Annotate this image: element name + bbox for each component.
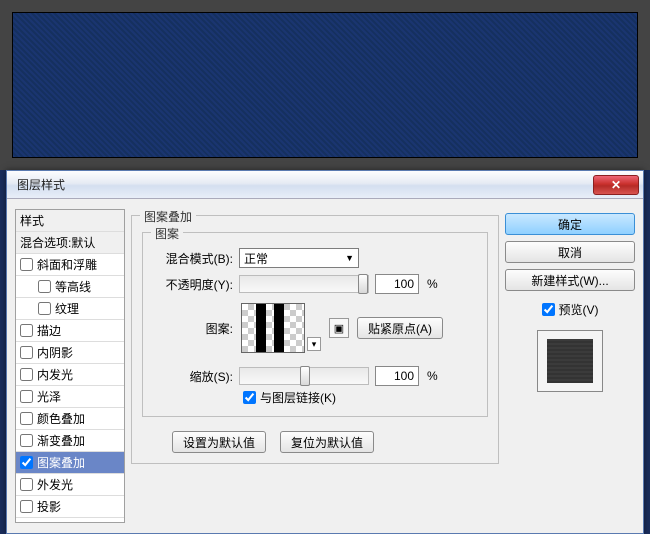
- blend-options-label: 混合选项:默认: [20, 234, 95, 251]
- style-row-outer-glow[interactable]: 外发光: [16, 474, 124, 496]
- opacity-input[interactable]: [375, 274, 419, 294]
- ok-button[interactable]: 确定: [505, 213, 635, 235]
- style-row-label: 光泽: [37, 388, 61, 405]
- style-row-label: 等高线: [55, 278, 91, 295]
- style-stroke-checkbox[interactable]: [20, 324, 33, 337]
- pattern-label: 图案:: [153, 320, 233, 337]
- new-style-button[interactable]: 新建样式(W)...: [505, 269, 635, 291]
- canvas-area: [0, 0, 650, 170]
- blend-mode-label: 混合模式(B):: [153, 250, 233, 267]
- settings-panel: 图案叠加 图案 混合模式(B): 正常 ▼ 不透明度(Y):: [131, 209, 499, 523]
- preview-box: [537, 330, 603, 392]
- new-style-label: 新建样式(W)...: [531, 272, 608, 289]
- cancel-label: 取消: [558, 244, 582, 261]
- link-with-layer-checkbox[interactable]: [243, 391, 256, 404]
- style-row-stroke[interactable]: 描边: [16, 320, 124, 342]
- set-default-button[interactable]: 设置为默认值: [172, 431, 266, 453]
- close-icon: ✕: [611, 178, 621, 192]
- preview-checkbox[interactable]: [542, 303, 555, 316]
- reset-default-button[interactable]: 复位为默认值: [280, 431, 374, 453]
- style-list: 样式 混合选项:默认 斜面和浮雕 等高线 纹理 描边: [15, 209, 125, 523]
- style-row-label: 描边: [37, 322, 61, 339]
- dialog-titlebar[interactable]: 图层样式 ✕: [7, 171, 643, 199]
- style-pattern-overlay-checkbox[interactable]: [20, 456, 33, 469]
- snap-origin-label: 贴紧原点(A): [368, 320, 432, 337]
- style-inner-glow-checkbox[interactable]: [20, 368, 33, 381]
- style-row-pattern-overlay[interactable]: 图案叠加: [16, 452, 124, 474]
- scale-input[interactable]: [375, 366, 419, 386]
- pattern-legend: 图案: [151, 225, 183, 242]
- style-list-header[interactable]: 样式: [16, 210, 124, 232]
- style-inner-shadow-checkbox[interactable]: [20, 346, 33, 359]
- scale-slider[interactable]: [239, 367, 369, 385]
- percent-label: %: [427, 369, 438, 383]
- layer-style-dialog: 图层样式 ✕ 样式 混合选项:默认 斜面和浮雕 等高线 纹理: [6, 170, 644, 534]
- style-row-label: 图案叠加: [37, 454, 85, 471]
- pattern-overlay-legend: 图案叠加: [140, 208, 196, 225]
- style-row-inner-glow[interactable]: 内发光: [16, 364, 124, 386]
- style-row-contour[interactable]: 等高线: [16, 276, 124, 298]
- scale-label: 缩放(S):: [153, 368, 233, 385]
- link-with-layer-label: 与图层链接(K): [260, 389, 336, 406]
- document-canvas[interactable]: [12, 12, 638, 158]
- scale-slider-thumb[interactable]: [300, 366, 310, 386]
- set-default-label: 设置为默认值: [183, 434, 255, 451]
- new-pattern-icon[interactable]: ▣: [329, 318, 349, 338]
- style-list-header-label: 样式: [20, 212, 44, 229]
- style-outer-glow-checkbox[interactable]: [20, 478, 33, 491]
- style-texture-checkbox[interactable]: [38, 302, 51, 315]
- percent-label: %: [427, 277, 438, 291]
- style-row-satin[interactable]: 光泽: [16, 386, 124, 408]
- pattern-swatch[interactable]: [241, 303, 305, 353]
- blend-mode-select[interactable]: 正常 ▼: [239, 248, 359, 268]
- style-row-label: 投影: [37, 498, 61, 515]
- opacity-slider[interactable]: [239, 275, 369, 293]
- style-row-bevel[interactable]: 斜面和浮雕: [16, 254, 124, 276]
- chevron-down-icon: ▼: [345, 253, 354, 263]
- blend-options-row[interactable]: 混合选项:默认: [16, 232, 124, 254]
- style-row-label: 外发光: [37, 476, 73, 493]
- opacity-slider-thumb[interactable]: [358, 274, 368, 294]
- blend-mode-value: 正常: [244, 250, 268, 267]
- style-row-color-overlay[interactable]: 颜色叠加: [16, 408, 124, 430]
- cancel-button[interactable]: 取消: [505, 241, 635, 263]
- preview-label: 预览(V): [559, 301, 599, 318]
- dialog-right-column: 确定 取消 新建样式(W)... 预览(V): [505, 209, 635, 523]
- style-gradient-overlay-checkbox[interactable]: [20, 434, 33, 447]
- style-drop-shadow-checkbox[interactable]: [20, 500, 33, 513]
- style-satin-checkbox[interactable]: [20, 390, 33, 403]
- style-color-overlay-checkbox[interactable]: [20, 412, 33, 425]
- style-row-inner-shadow[interactable]: 内阴影: [16, 342, 124, 364]
- opacity-label: 不透明度(Y):: [153, 276, 233, 293]
- ok-label: 确定: [558, 216, 582, 233]
- snap-origin-button[interactable]: 贴紧原点(A): [357, 317, 443, 339]
- pattern-group: 图案 混合模式(B): 正常 ▼ 不透明度(Y):: [142, 232, 488, 417]
- style-row-label: 颜色叠加: [37, 410, 85, 427]
- close-button[interactable]: ✕: [593, 175, 639, 195]
- style-row-drop-shadow[interactable]: 投影: [16, 496, 124, 518]
- style-row-label: 内发光: [37, 366, 73, 383]
- style-row-texture[interactable]: 纹理: [16, 298, 124, 320]
- style-row-label: 纹理: [55, 300, 79, 317]
- style-row-label: 内阴影: [37, 344, 73, 361]
- style-row-label: 渐变叠加: [37, 432, 85, 449]
- style-row-gradient-overlay[interactable]: 渐变叠加: [16, 430, 124, 452]
- style-row-label: 斜面和浮雕: [37, 256, 97, 273]
- reset-default-label: 复位为默认值: [291, 434, 363, 451]
- style-bevel-checkbox[interactable]: [20, 258, 33, 271]
- dialog-title: 图层样式: [17, 176, 593, 193]
- pattern-dropdown-icon[interactable]: ▾: [307, 337, 321, 351]
- preview-swatch: [547, 339, 593, 383]
- pattern-overlay-group: 图案叠加 图案 混合模式(B): 正常 ▼ 不透明度(Y):: [131, 215, 499, 464]
- style-contour-checkbox[interactable]: [38, 280, 51, 293]
